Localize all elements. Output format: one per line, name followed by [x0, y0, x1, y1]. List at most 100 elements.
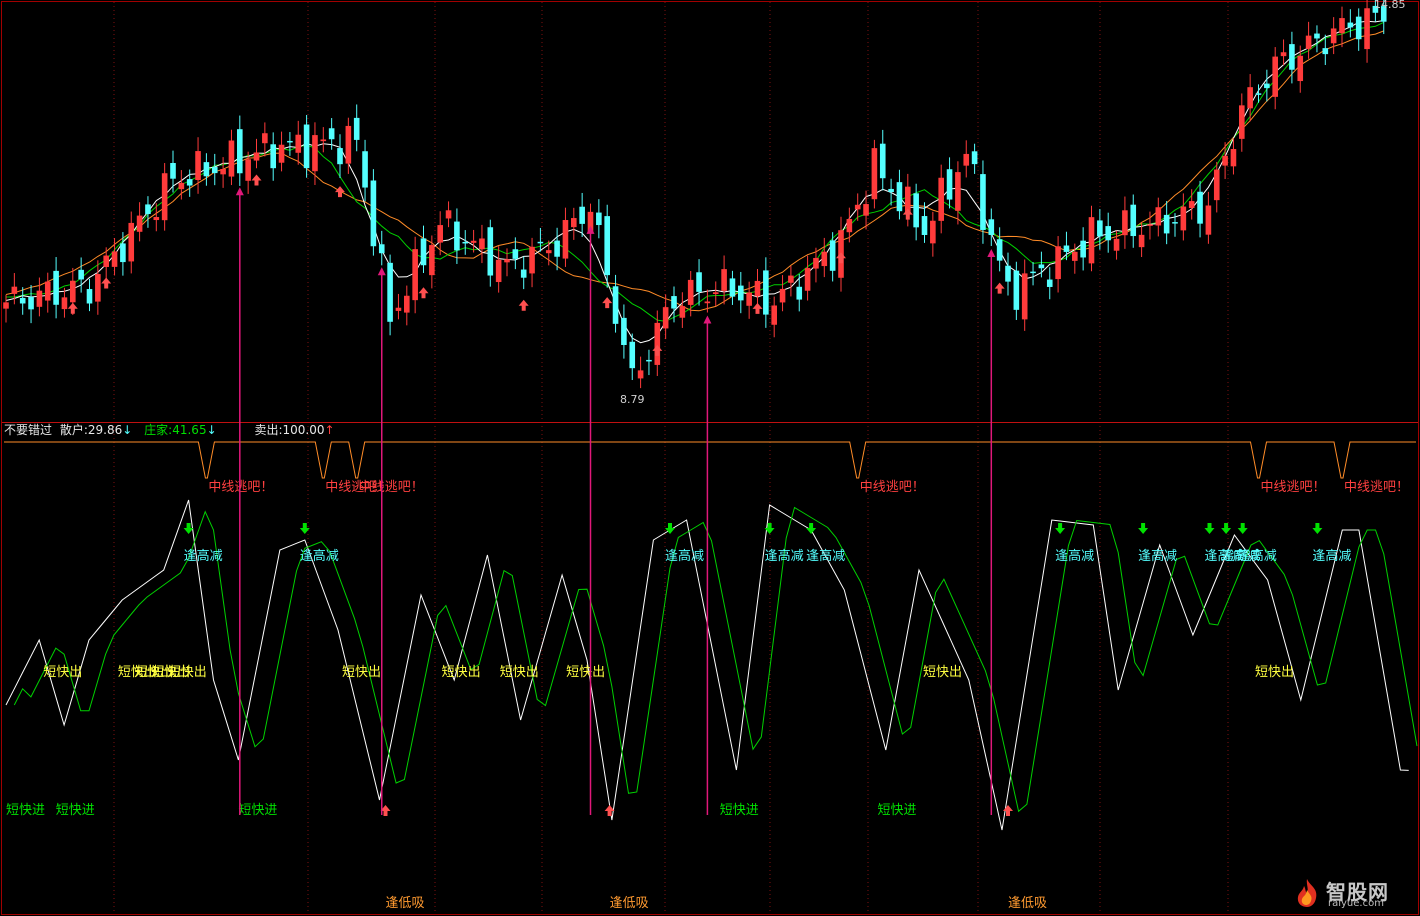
- candle-body-13: [111, 251, 118, 267]
- reduce-high-label-6: 逢高减: [1138, 548, 1177, 564]
- sell-value: 100.00: [282, 423, 325, 437]
- candle-body-63: [529, 246, 535, 274]
- candle-body-15: [128, 222, 135, 262]
- escape-label-2: 中线逃吧！: [359, 480, 424, 495]
- candle-body-31: [262, 133, 268, 144]
- candle-body-43: [362, 151, 368, 188]
- candle-body-39: [328, 128, 335, 140]
- candle-body-89: [746, 292, 752, 306]
- candle-body-0: [3, 302, 9, 309]
- candle-body-9: [78, 269, 84, 280]
- candle-body-148: [1239, 105, 1245, 139]
- buy-low-label-0: 逢低吸: [386, 896, 425, 911]
- candle-body-79: [662, 307, 669, 329]
- reduce-high-label-9: 逢高减: [1238, 548, 1277, 564]
- candle-body-30: [253, 152, 260, 161]
- short-out-label-5: 短快出: [342, 665, 381, 680]
- candle-body-69: [579, 206, 585, 224]
- candle-body-145: [1213, 169, 1220, 201]
- candle-body-18: [153, 217, 160, 221]
- candle-body-32: [270, 144, 276, 169]
- candle-body-114: [955, 172, 961, 211]
- candle-body-82: [687, 279, 694, 305]
- candle-body-4: [36, 290, 43, 307]
- chart-background: [0, 0, 1420, 916]
- candle-body-113: [946, 169, 953, 200]
- candle-body-65: [545, 250, 552, 254]
- candle-body-147: [1230, 149, 1237, 167]
- candle-body-16: [136, 215, 143, 232]
- candle-body-123: [1030, 271, 1036, 274]
- candle-body-127: [1063, 245, 1070, 252]
- candle-body-2: [19, 297, 26, 304]
- candle-body-140: [1172, 222, 1178, 224]
- sell-up-icon: ↑: [324, 423, 335, 437]
- candle-body-103: [863, 204, 869, 216]
- short-in-label-2: 短快进: [238, 803, 277, 818]
- short-out-label-0: 短快出: [43, 665, 82, 680]
- candle-body-53: [445, 210, 452, 219]
- candle-body-78: [654, 322, 661, 365]
- candle-body-133: [1113, 238, 1120, 251]
- escape-label-0: 中线逃吧！: [208, 480, 273, 495]
- candle-body-1: [11, 286, 18, 294]
- reduce-high-label-3: 逢高减: [765, 548, 804, 564]
- candle-body-48: [404, 295, 410, 313]
- candle-body-57: [479, 238, 485, 250]
- candle-body-107: [896, 182, 903, 212]
- candle-body-45: [378, 244, 385, 254]
- candle-body-44: [370, 180, 377, 247]
- dealer-down-icon: ↓: [206, 423, 217, 437]
- candle-body-27: [228, 140, 235, 177]
- candle-body-77: [646, 359, 652, 362]
- candle-body-62: [520, 269, 527, 278]
- candle-body-87: [729, 278, 736, 297]
- candle-body-104: [871, 148, 878, 200]
- candle-body-126: [1055, 246, 1061, 280]
- candle-body-135: [1130, 204, 1137, 237]
- candle-body-142: [1188, 201, 1195, 208]
- reduce-high-label-5: 逢高减: [1055, 548, 1094, 564]
- candle-body-84: [704, 301, 711, 304]
- candle-body-21: [178, 182, 185, 190]
- candle-body-81: [679, 306, 686, 318]
- candle-body-54: [454, 221, 460, 251]
- candle-body-96: [804, 268, 811, 291]
- candle-body-38: [320, 139, 327, 142]
- candle-body-152: [1272, 56, 1278, 97]
- candle-body-10: [86, 289, 93, 304]
- candle-body-110: [921, 216, 928, 235]
- candle-body-83: [696, 272, 702, 292]
- candle-body-68: [571, 218, 577, 228]
- candle-body-97: [813, 257, 819, 269]
- candle-body-37: [312, 135, 318, 172]
- candle-body-88: [738, 285, 744, 301]
- candle-body-26: [220, 168, 226, 175]
- candle-body-80: [671, 296, 677, 309]
- candle-body-151: [1264, 83, 1270, 89]
- candle-body-121: [1013, 270, 1020, 310]
- reduce-high-label-10: 逢高减: [1312, 548, 1351, 564]
- candle-body-115: [963, 153, 970, 166]
- retail-value: 29.86: [87, 423, 123, 437]
- candle-body-153: [1280, 52, 1287, 57]
- short-out-label-10: 短快出: [1255, 665, 1294, 680]
- short-in-label-0: 短快进: [6, 803, 45, 818]
- escape-label-4: 中线逃吧！: [1261, 480, 1326, 495]
- candle-body-50: [420, 238, 427, 266]
- candle-body-5: [44, 281, 51, 301]
- candle-body-143: [1197, 191, 1203, 224]
- candle-body-90: [754, 280, 761, 297]
- candle-body-29: [245, 159, 251, 181]
- candle-body-51: [429, 245, 435, 276]
- escape-label-5: 中线逃吧！: [1344, 480, 1409, 495]
- candle-body-102: [854, 204, 861, 210]
- candle-body-24: [203, 162, 210, 177]
- candle-body-46: [387, 262, 393, 322]
- candle-body-154: [1289, 44, 1295, 70]
- candle-body-72: [604, 216, 610, 276]
- candle-body-91: [763, 270, 769, 315]
- price-low-label: 8.79: [620, 393, 645, 406]
- watermark: 智股网 raiyue.com: [1292, 876, 1412, 910]
- candle-body-144: [1205, 205, 1212, 235]
